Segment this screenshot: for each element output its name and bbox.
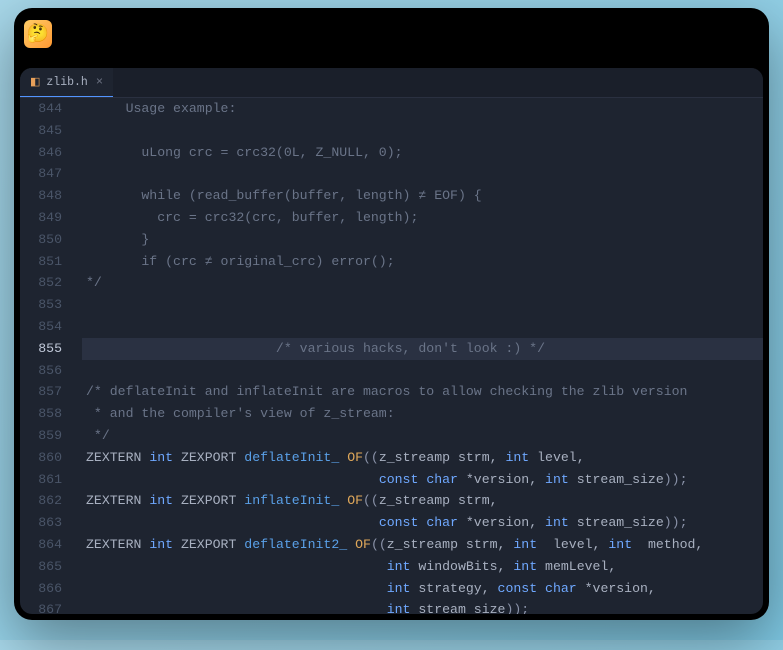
line-number: 848 bbox=[20, 185, 62, 207]
code-line[interactable]: /* various hacks, don't look :) */ bbox=[82, 338, 763, 360]
code-line[interactable]: ZEXTERN int ZEXPORT deflateInit_ OF((z_s… bbox=[82, 447, 763, 469]
code-line[interactable]: int windowBits, int memLevel, bbox=[82, 556, 763, 578]
file-header-icon: ◧ bbox=[30, 75, 40, 89]
tab-filename: zlib.h bbox=[46, 76, 87, 89]
line-number: 860 bbox=[20, 447, 62, 469]
code-line[interactable]: Usage example: bbox=[82, 98, 763, 120]
line-number: 856 bbox=[20, 360, 62, 382]
close-icon[interactable]: × bbox=[96, 75, 103, 89]
code-line[interactable]: } bbox=[82, 229, 763, 251]
code-line[interactable]: crc = crc32(crc, buffer, length); bbox=[82, 207, 763, 229]
code-line[interactable] bbox=[82, 163, 763, 185]
code-line[interactable]: ZEXTERN int ZEXPORT inflateInit_ OF((z_s… bbox=[82, 490, 763, 512]
line-number: 857 bbox=[20, 381, 62, 403]
code-line[interactable]: /* deflateInit and inflateInit are macro… bbox=[82, 381, 763, 403]
app-icon-emoji: 🤔 bbox=[27, 23, 49, 45]
line-number: 854 bbox=[20, 316, 62, 338]
line-number: 859 bbox=[20, 425, 62, 447]
code-line[interactable]: ZEXTERN int ZEXPORT deflateInit2_ OF((z_… bbox=[82, 534, 763, 556]
code-line[interactable] bbox=[82, 294, 763, 316]
line-number: 861 bbox=[20, 469, 62, 491]
line-number: 849 bbox=[20, 207, 62, 229]
app-icon: 🤔 bbox=[24, 20, 52, 48]
line-number: 853 bbox=[20, 294, 62, 316]
code-content[interactable]: Usage example: uLong crc = crc32(0L, Z_N… bbox=[82, 98, 763, 614]
window-titlebar[interactable]: 🤔 bbox=[14, 8, 769, 60]
line-number: 867 bbox=[20, 599, 62, 614]
line-number: 846 bbox=[20, 142, 62, 164]
editor-panel: ◧ zlib.h × 84484584684784884985085185285… bbox=[20, 68, 763, 614]
code-line[interactable] bbox=[82, 120, 763, 142]
line-number: 851 bbox=[20, 251, 62, 273]
code-line[interactable]: if (crc ≠ original_crc) error(); bbox=[82, 251, 763, 273]
line-number: 864 bbox=[20, 534, 62, 556]
line-number: 845 bbox=[20, 120, 62, 142]
tab-bar: ◧ zlib.h × bbox=[20, 68, 763, 98]
code-line[interactable]: while (read_buffer(buffer, length) ≠ EOF… bbox=[82, 185, 763, 207]
line-number: 866 bbox=[20, 578, 62, 600]
code-line[interactable]: uLong crc = crc32(0L, Z_NULL, 0); bbox=[82, 142, 763, 164]
line-number: 863 bbox=[20, 512, 62, 534]
code-line[interactable]: const char *version, int stream_size)); bbox=[82, 469, 763, 491]
code-line[interactable] bbox=[82, 316, 763, 338]
code-line[interactable]: const char *version, int stream_size)); bbox=[82, 512, 763, 534]
line-number: 847 bbox=[20, 163, 62, 185]
editor-window: 🤔 ◧ zlib.h × 844845846847848849850851852… bbox=[14, 8, 769, 620]
line-number-gutter: 8448458468478488498508518528538548558568… bbox=[20, 98, 82, 614]
tab-zlib-h[interactable]: ◧ zlib.h × bbox=[20, 68, 113, 97]
line-number: 850 bbox=[20, 229, 62, 251]
line-number: 858 bbox=[20, 403, 62, 425]
code-line[interactable]: * and the compiler's view of z_stream: bbox=[82, 403, 763, 425]
line-number: 852 bbox=[20, 272, 62, 294]
line-number: 844 bbox=[20, 98, 62, 120]
line-number: 865 bbox=[20, 556, 62, 578]
line-number: 862 bbox=[20, 490, 62, 512]
code-line[interactable]: int stream_size)); bbox=[82, 599, 763, 614]
code-line[interactable] bbox=[82, 360, 763, 382]
line-number: 855 bbox=[20, 338, 62, 360]
code-area[interactable]: 8448458468478488498508518528538548558568… bbox=[20, 98, 763, 614]
code-line[interactable]: int strategy, const char *version, bbox=[82, 578, 763, 600]
code-line[interactable]: */ bbox=[82, 272, 763, 294]
code-line[interactable]: */ bbox=[82, 425, 763, 447]
